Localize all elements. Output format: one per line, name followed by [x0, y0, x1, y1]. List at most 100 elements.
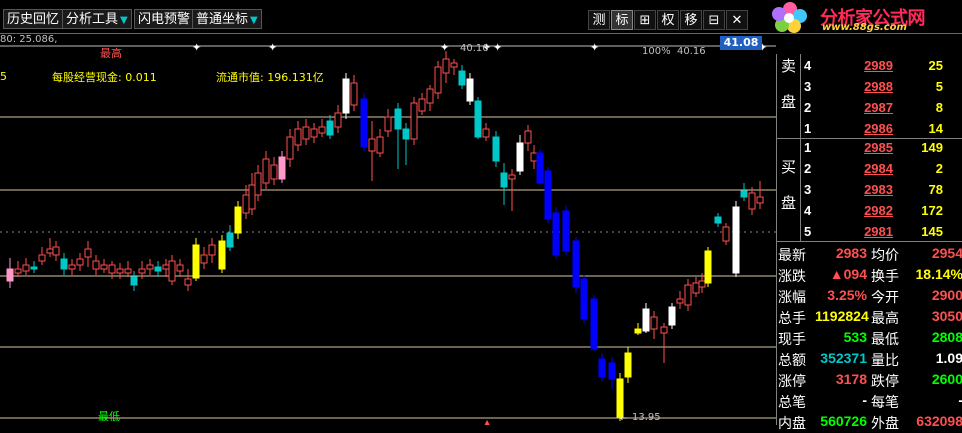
sell-level-row[interactable]: 1 2986 14 -73 — [801, 118, 962, 139]
stat-value: 2900 — [931, 287, 962, 303]
toolbar-icon-button[interactable]: ⊟ — [703, 10, 725, 30]
candle-body — [580, 278, 588, 320]
current-price-tag: 41.08 — [720, 36, 762, 50]
buy-level-row[interactable]: 5 2981 145 +37 — [801, 221, 962, 242]
stat-value: - — [862, 392, 867, 408]
candle-body — [572, 240, 580, 288]
candle-body — [624, 352, 632, 378]
stat-label: 总手 — [778, 310, 806, 326]
toolbar-icon-button[interactable]: 权 — [657, 10, 679, 30]
candle-body — [732, 206, 740, 274]
stat-value: 3050 — [931, 308, 962, 324]
candle-body — [138, 268, 146, 274]
candle-body — [108, 264, 116, 274]
level-price: 2984 — [864, 161, 893, 176]
level-number: 2 — [804, 100, 812, 115]
candle-body — [46, 248, 54, 254]
level-volume: 25 — [928, 58, 943, 73]
toolbar-icon-button[interactable]: ⊞ — [634, 10, 656, 30]
buy-level-row[interactable]: 1 2985 149 +129 — [801, 137, 962, 158]
buy-level-row[interactable]: 4 2982 172 +29 — [801, 200, 962, 221]
stat-value: 2600 — [931, 371, 962, 387]
level-price: 2988 — [864, 79, 893, 94]
candle-body — [616, 378, 624, 418]
candle-body — [450, 62, 458, 68]
low-value-label: 13.95 — [632, 412, 661, 423]
logo-url: www.88gs.com — [822, 22, 907, 33]
candle-body — [608, 362, 616, 380]
candle-body — [76, 258, 84, 266]
candle-body — [668, 306, 676, 326]
candle-body — [544, 170, 552, 220]
level-volume: 78 — [928, 182, 943, 197]
level-price: 2981 — [864, 224, 893, 239]
chart-info-line: 80: 25.086, — [0, 34, 58, 45]
candle-body — [30, 266, 38, 270]
candle-body — [302, 126, 310, 140]
candle-body — [410, 102, 418, 140]
level-volume: 5 — [935, 79, 943, 94]
level-price: 2985 — [864, 140, 893, 155]
level-price: 2986 — [864, 121, 893, 136]
candle-body — [756, 196, 764, 204]
toolbar-icon-button[interactable]: 移 — [680, 10, 702, 30]
candle-body — [278, 156, 286, 180]
toolbar-icon-button[interactable]: 标 — [611, 10, 633, 30]
stat-label: 现手 — [778, 331, 806, 347]
high-marker-label: 最高 — [100, 47, 122, 60]
percent-value-label: 40.16 — [677, 46, 706, 57]
candle-body — [722, 226, 730, 242]
stat-value: 18.14% — [915, 266, 962, 282]
candle-body — [84, 248, 92, 258]
kline-chart[interactable]: ✦ ✦ ✦ ✦ ✦ ✦ ✦▲ ← — [0, 33, 776, 425]
toolbar-icon-button[interactable]: 测 — [588, 10, 610, 30]
level-price: 2982 — [864, 203, 893, 218]
flower-logo-icon — [772, 2, 807, 33]
level-price: 2987 — [864, 100, 893, 115]
level-change: +37 — [947, 224, 962, 234]
level-change: +129 — [947, 140, 962, 150]
dropdown-arrow-icon: ▼ — [120, 15, 128, 26]
stat-row: 涨跌 ▲094 换手 18.14% — [777, 264, 962, 285]
candle-body — [376, 136, 384, 154]
candle-body — [692, 282, 700, 294]
candle-body — [162, 264, 170, 270]
level-number: 4 — [804, 203, 812, 218]
stat-label: 最新 — [778, 247, 806, 263]
candle-body — [394, 108, 402, 130]
flash-alert-button[interactable]: 闪电预警 — [134, 9, 195, 29]
candle-body — [508, 174, 516, 180]
candle-body — [334, 112, 342, 128]
analysis-tools-button[interactable]: 分析工具 ▼ — [62, 9, 132, 29]
candle-body — [22, 264, 30, 272]
coord-mode-button[interactable]: 普通坐标 ▼ — [192, 9, 262, 29]
stat-value: 560726 — [820, 413, 867, 429]
candle-body — [418, 98, 426, 112]
flash-alert-label: 闪电预警 — [138, 12, 191, 27]
candle-body — [530, 152, 538, 162]
sell-level-row[interactable]: 3 2988 5 — [801, 76, 962, 97]
sell-level-row[interactable]: 4 2989 25 +23 — [801, 55, 962, 76]
percent-label: 100% — [642, 46, 671, 57]
stat-label: 今开 — [871, 289, 899, 305]
triangle-marker-icon: ▲ — [484, 418, 491, 425]
low-marker-label: 最低 — [98, 410, 120, 423]
stat-label: 涨停 — [778, 373, 806, 389]
candle-body — [100, 264, 108, 270]
stat-label: 涨跌 — [778, 268, 806, 284]
stat-row: 涨幅 3.25% 今开 2900 — [777, 285, 962, 306]
analysis-tools-label: 分析工具 — [66, 12, 119, 27]
sell-level-row[interactable]: 2 2987 8 — [801, 97, 962, 118]
marker-star-icon: ✦ — [493, 41, 502, 54]
stat-label: 量比 — [871, 352, 899, 368]
buy-level-row[interactable]: 3 2983 78 -48 — [801, 179, 962, 200]
candle-body — [492, 136, 500, 162]
history-button[interactable]: 历史回忆 — [3, 9, 64, 29]
level-volume: 172 — [921, 203, 943, 218]
site-logo: 分析家公式网 www.88gs.com — [760, 0, 962, 33]
stat-row: 涨停 3178 跌停 2600 — [777, 369, 962, 390]
buy-level-row[interactable]: 2 2984 2 — [801, 158, 962, 179]
toolbar-icon-button[interactable]: ✕ — [726, 10, 748, 30]
left-edge-label: 5 — [0, 70, 7, 83]
cash-per-share-label: 每股经营现金: 0.011 — [52, 71, 157, 84]
